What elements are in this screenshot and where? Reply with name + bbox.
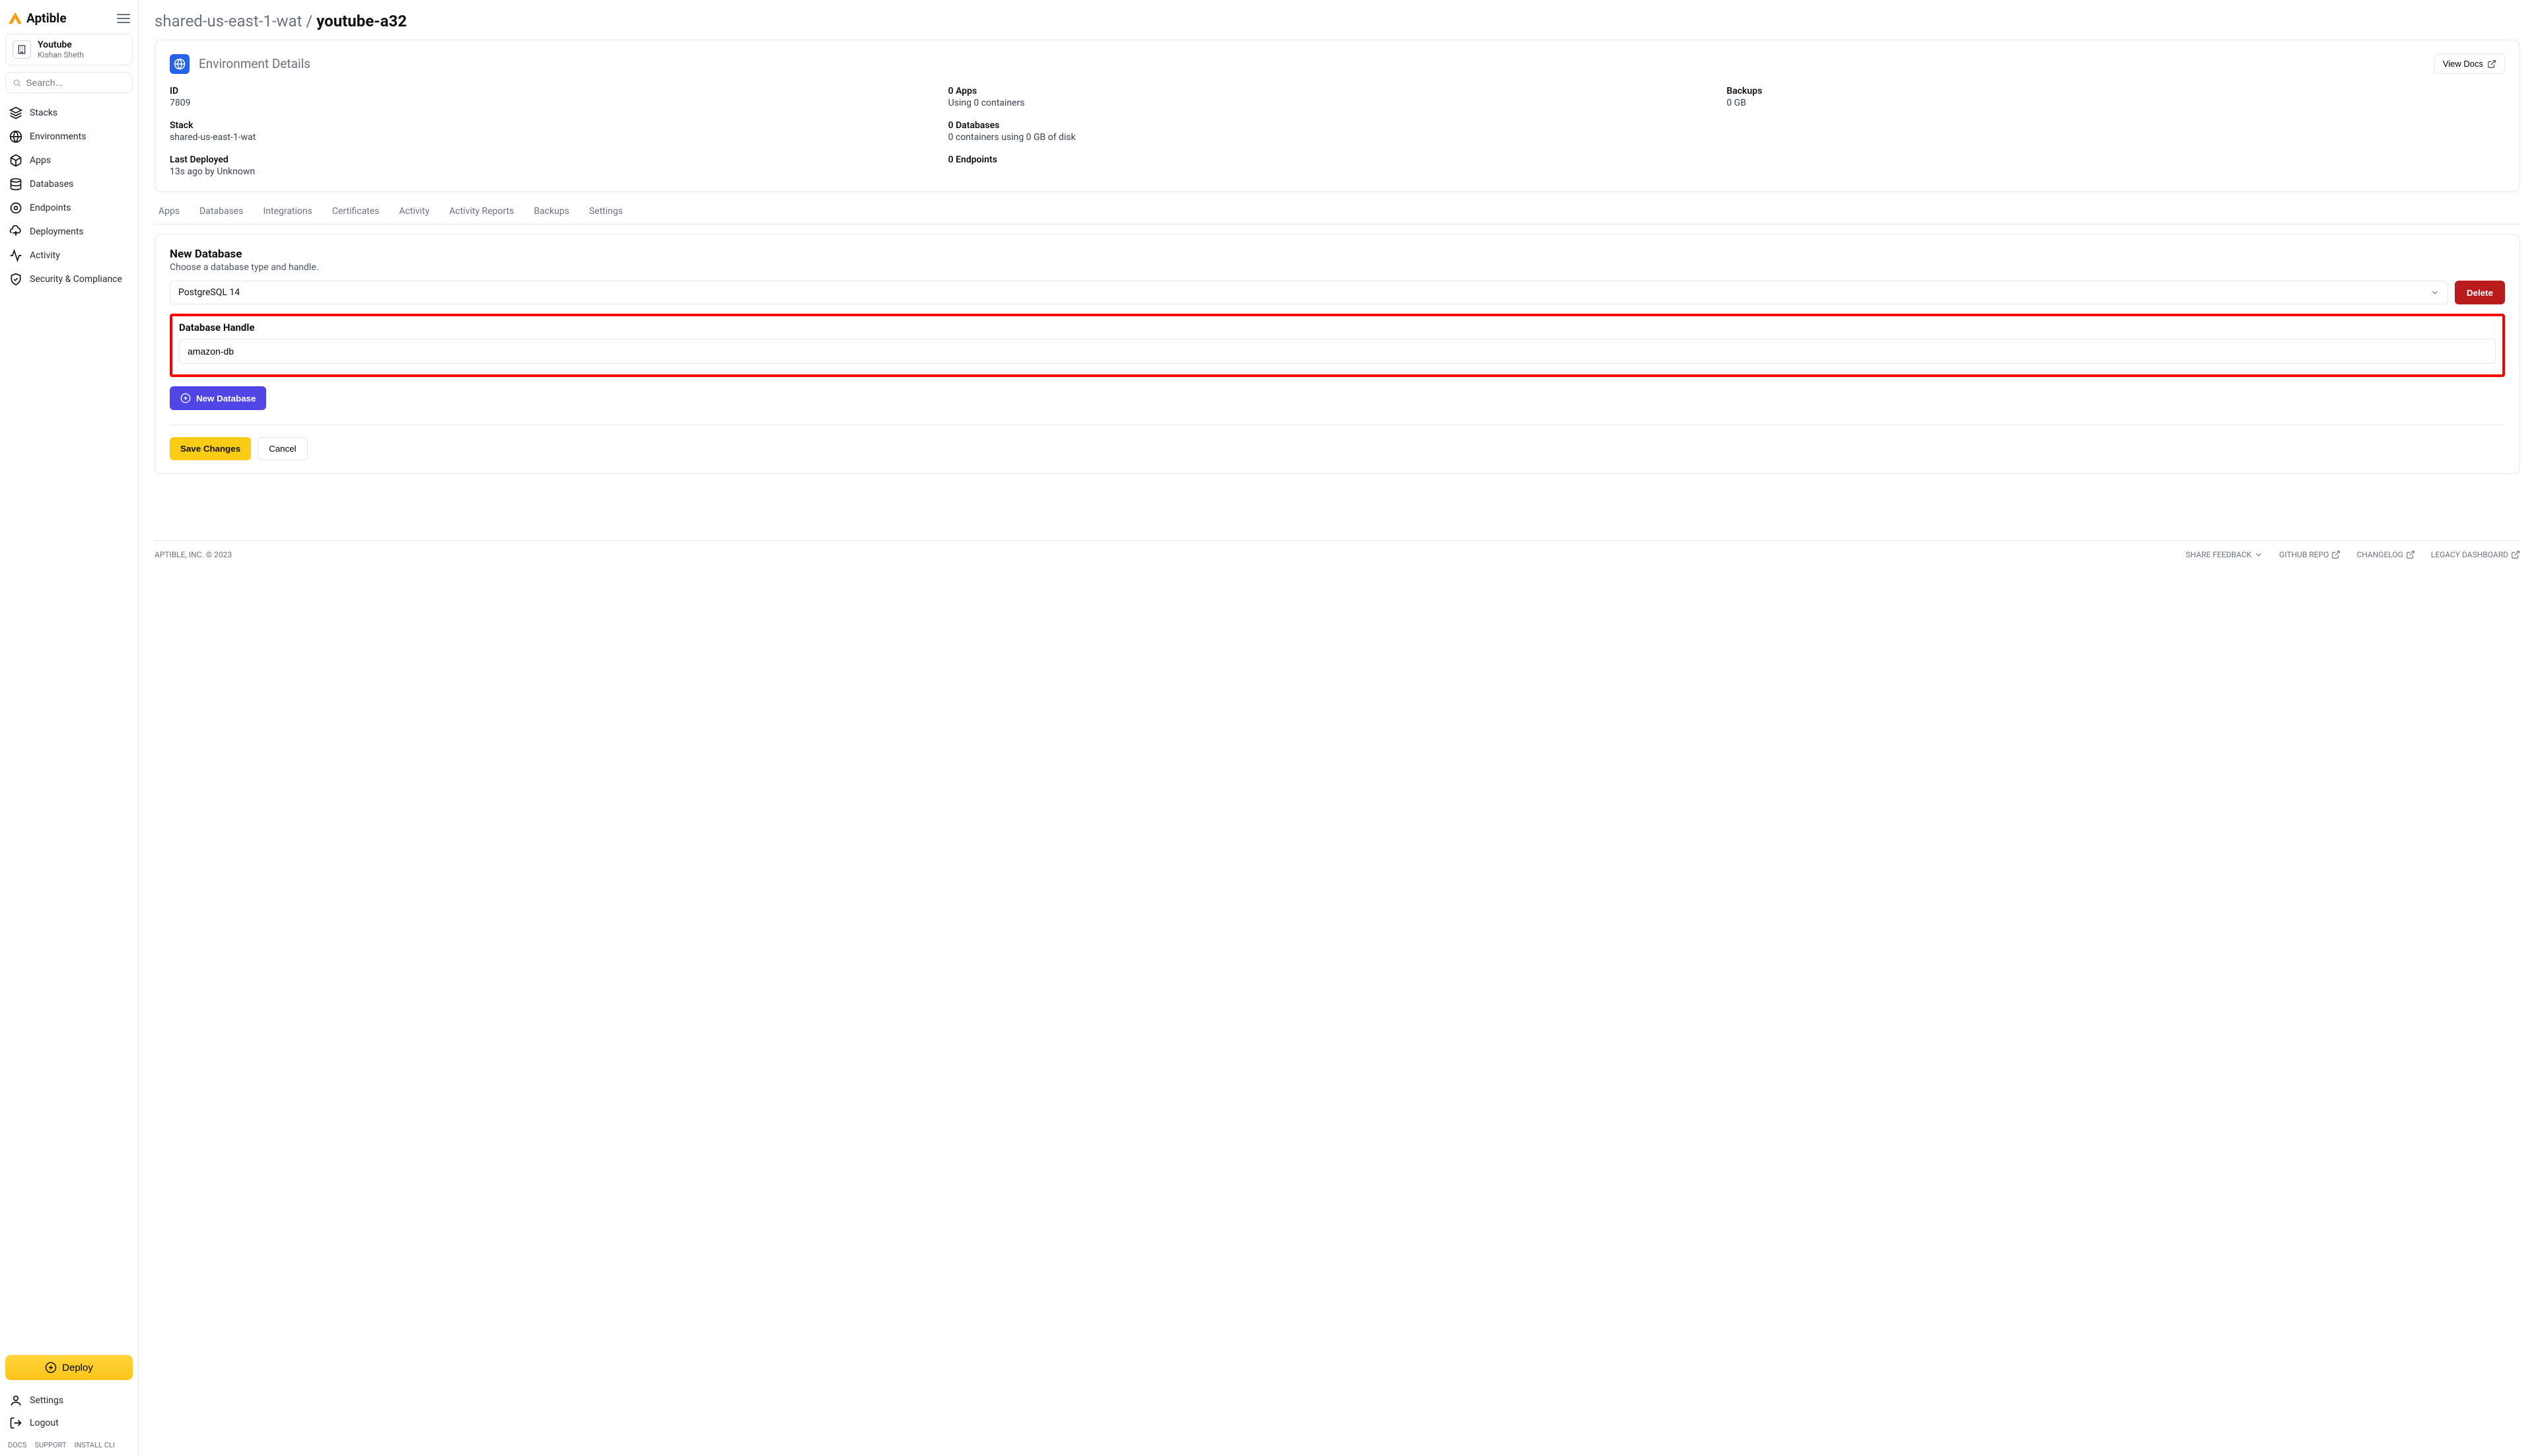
form-subtitle: Choose a database type and handle. — [170, 262, 2505, 273]
backups-label: Backups — [1726, 86, 2505, 96]
deploy-button[interactable]: Deploy — [5, 1355, 133, 1380]
workspace-owner: Kishan Sheth — [38, 50, 84, 59]
new-database-button[interactable]: New Database — [170, 386, 266, 410]
user-icon — [9, 1394, 22, 1407]
nav-activity[interactable]: Activity — [5, 244, 133, 267]
main-content: shared-us-east-1-wat / youtube-a32 Envir… — [139, 0, 2536, 1456]
nav-logout[interactable]: Logout — [5, 1412, 133, 1434]
tab-apps[interactable]: Apps — [158, 199, 180, 224]
db-type-select[interactable]: PostgreSQL 14 — [170, 281, 2448, 304]
nav-deployments[interactable]: Deployments — [5, 220, 133, 244]
sidebar: Aptible Youtube Kishan Sheth Stacks — [0, 0, 139, 1456]
panel-title: Environment Details — [199, 56, 310, 71]
form-title: New Database — [170, 248, 2505, 261]
logo-text: Aptible — [26, 11, 67, 26]
sidebar-footer-links: DOCS SUPPORT INSTALL CLI — [5, 1434, 133, 1451]
endpoints-label: 0 Endpoints — [948, 155, 1727, 165]
globe-icon — [9, 130, 22, 143]
database-icon — [9, 178, 22, 191]
view-docs-button[interactable]: View Docs — [2434, 53, 2505, 74]
nav-settings[interactable]: Settings — [5, 1389, 133, 1412]
cancel-button[interactable]: Cancel — [258, 437, 308, 460]
tab-activity-reports[interactable]: Activity Reports — [449, 199, 514, 224]
chevron-down-icon — [2254, 550, 2263, 559]
deployed-label: Last Deployed — [170, 155, 948, 165]
activity-icon — [9, 249, 22, 262]
cube-icon — [9, 154, 22, 167]
external-link-icon — [2406, 550, 2415, 559]
deployed-value: 13s ago by Unknown — [170, 166, 948, 177]
apps-label: 0 Apps — [948, 86, 1727, 96]
environment-details-panel: Environment Details View Docs ID 7809 0 … — [155, 40, 2520, 192]
link-docs[interactable]: DOCS — [8, 1441, 26, 1449]
highlight-annotation: Database Handle — [170, 314, 2505, 377]
link-install-cli[interactable]: INSTALL CLI — [75, 1441, 115, 1449]
chevron-down-icon — [2430, 288, 2440, 297]
db-handle-input[interactable] — [179, 339, 2496, 364]
workspace-selector[interactable]: Youtube Kishan Sheth — [5, 34, 133, 65]
backups-value: 0 GB — [1726, 98, 2505, 108]
aptible-logo-icon — [8, 11, 22, 26]
handle-label: Database Handle — [179, 322, 2496, 333]
external-link-icon — [2331, 550, 2341, 559]
tab-certificates[interactable]: Certificates — [332, 199, 380, 224]
nav-apps[interactable]: Apps — [5, 149, 133, 172]
tab-settings[interactable]: Settings — [589, 199, 623, 224]
breadcrumb-current: youtube-a32 — [316, 12, 407, 30]
save-button[interactable]: Save Changes — [170, 437, 251, 460]
page-footer: APTIBLE, INC. © 2023 SHARE FEEDBACK GITH… — [155, 540, 2520, 559]
external-link-icon — [2511, 550, 2520, 559]
search-icon — [13, 78, 21, 88]
apps-value: Using 0 containers — [948, 98, 1727, 108]
delete-button[interactable]: Delete — [2455, 281, 2505, 304]
tabs: Apps Databases Integrations Certificates… — [155, 199, 2520, 225]
id-value: 7809 — [170, 98, 948, 108]
plus-circle-icon — [45, 1362, 57, 1373]
tab-activity[interactable]: Activity — [399, 199, 429, 224]
plus-circle-icon — [180, 393, 191, 403]
stacks-icon — [9, 106, 22, 120]
id-label: ID — [170, 86, 948, 96]
nav-endpoints[interactable]: Endpoints — [5, 196, 133, 220]
share-feedback-link[interactable]: SHARE FEEDBACK — [2186, 550, 2264, 559]
search-input[interactable] — [26, 77, 125, 88]
building-icon — [13, 40, 31, 59]
dbs-label: 0 Databases — [948, 120, 1727, 131]
db-type-value: PostgreSQL 14 — [178, 287, 240, 298]
copyright: APTIBLE, INC. © 2023 — [155, 550, 232, 559]
logout-icon — [9, 1416, 22, 1430]
stack-value: shared-us-east-1-wat — [170, 132, 948, 143]
legacy-dashboard-link[interactable]: LEGACY DASHBOARD — [2431, 550, 2520, 559]
menu-toggle[interactable] — [117, 14, 130, 23]
tab-integrations[interactable]: Integrations — [263, 199, 312, 224]
nav-security[interactable]: Security & Compliance — [5, 267, 133, 291]
nav-stacks[interactable]: Stacks — [5, 101, 133, 125]
tab-databases[interactable]: Databases — [199, 199, 243, 224]
nav-databases[interactable]: Databases — [5, 172, 133, 196]
endpoints-icon — [9, 201, 22, 215]
logo[interactable]: Aptible — [8, 11, 67, 26]
github-repo-link[interactable]: GITHUB REPO — [2279, 550, 2341, 559]
external-link-icon — [2487, 59, 2496, 69]
nav-environments[interactable]: Environments — [5, 125, 133, 149]
new-database-form: New Database Choose a database type and … — [155, 234, 2520, 474]
tab-backups[interactable]: Backups — [534, 199, 569, 224]
globe-icon — [170, 54, 190, 74]
workspace-name: Youtube — [38, 40, 84, 50]
cloud-upload-icon — [9, 225, 22, 238]
dbs-value: 0 containers using 0 GB of disk — [948, 132, 1727, 143]
link-support[interactable]: SUPPORT — [34, 1441, 66, 1449]
stack-label: Stack — [170, 120, 948, 131]
search-field[interactable] — [5, 72, 133, 93]
breadcrumb-parent[interactable]: shared-us-east-1-wat — [155, 12, 302, 30]
changelog-link[interactable]: CHANGELOG — [2356, 550, 2414, 559]
shield-icon — [9, 273, 22, 286]
primary-nav: Stacks Environments Apps Databases Endpo… — [5, 101, 133, 1355]
breadcrumb: shared-us-east-1-wat / youtube-a32 — [155, 12, 2520, 30]
